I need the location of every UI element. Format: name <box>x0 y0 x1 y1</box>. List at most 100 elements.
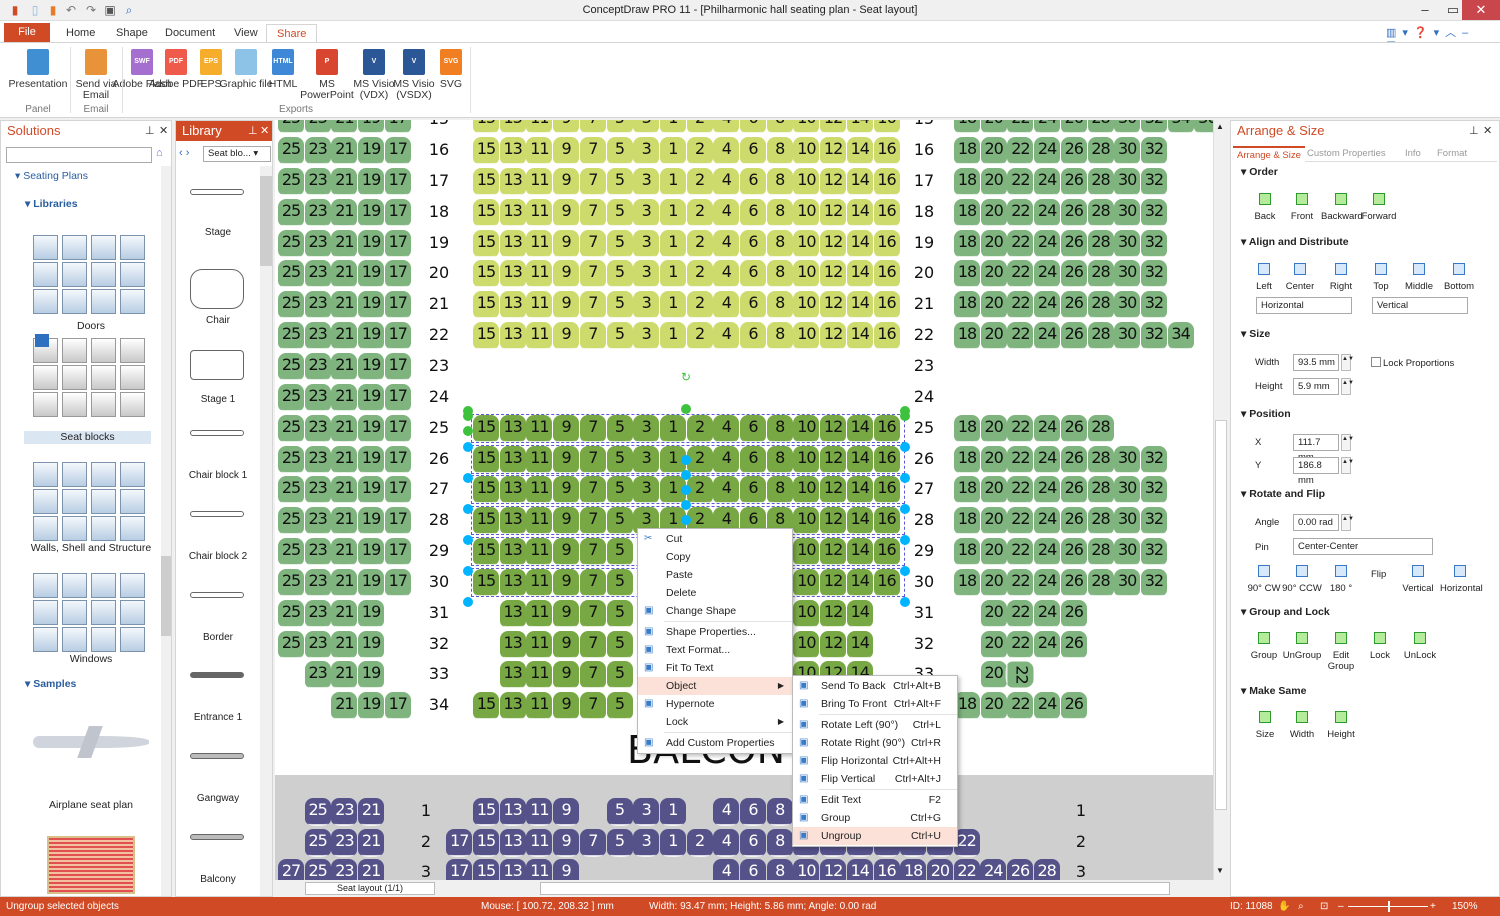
seat[interactable]: 25 <box>278 322 304 351</box>
seat[interactable]: 21 <box>358 798 385 826</box>
rotate-handle-icon[interactable]: ↻ <box>681 370 691 384</box>
seat[interactable]: 26 <box>1060 692 1087 721</box>
seat[interactable]: 23 <box>304 476 331 505</box>
seat[interactable]: 7 <box>579 291 606 320</box>
seat[interactable]: 17 <box>384 322 411 351</box>
seat[interactable]: 16 <box>873 229 900 258</box>
seat[interactable]: 21 <box>331 599 358 628</box>
seat[interactable]: 9 <box>553 229 580 258</box>
seat[interactable]: 19 <box>358 229 385 258</box>
seat[interactable]: 6 <box>740 198 766 227</box>
selection-handle[interactable] <box>463 566 473 576</box>
seat[interactable]: 11 <box>526 630 553 659</box>
seat[interactable]: 14 <box>846 167 873 196</box>
library-shape-tile[interactable] <box>120 516 145 541</box>
seat[interactable]: 3 <box>633 829 660 857</box>
library-shape-tile[interactable] <box>91 600 116 625</box>
seat[interactable]: 30 <box>1114 260 1141 289</box>
seat[interactable]: 26 <box>1060 167 1087 196</box>
seat[interactable]: 20 <box>980 507 1007 536</box>
seat[interactable]: 5 <box>606 599 633 628</box>
seat[interactable]: 20 <box>980 476 1007 505</box>
menu-item-flip-horizontal[interactable]: ▣ Flip Horizontal Ctrl+Alt+H <box>793 752 957 770</box>
seat[interactable]: 9 <box>553 599 580 628</box>
seat[interactable]: 19 <box>358 383 385 412</box>
forward-button[interactable]: Forward <box>1359 193 1399 222</box>
library-shape-tile[interactable] <box>91 289 116 314</box>
seat[interactable]: 22 <box>1006 661 1034 688</box>
back-nav-icon[interactable]: ‹ › <box>179 147 189 159</box>
seat[interactable]: 16 <box>873 137 900 165</box>
seat[interactable]: 21 <box>331 167 358 196</box>
library-shape-tile[interactable] <box>62 289 87 314</box>
seat[interactable]: 24 <box>1034 167 1061 196</box>
seat[interactable]: 4 <box>713 260 740 289</box>
seat[interactable]: 18 <box>900 859 927 880</box>
seat[interactable]: 24 <box>1034 568 1061 597</box>
seat[interactable]: 12 <box>820 137 847 165</box>
seat[interactable]: 1 <box>659 829 686 857</box>
library-shape-tile[interactable] <box>91 489 116 514</box>
library-shape-tile[interactable] <box>62 365 87 390</box>
seat[interactable]: 26 <box>1060 291 1087 320</box>
library-shape-tile[interactable] <box>120 289 145 314</box>
seat[interactable]: 21 <box>331 476 358 505</box>
seat[interactable]: 12 <box>820 120 847 135</box>
back-button[interactable]: Back <box>1245 193 1285 222</box>
section-arrange-align-title[interactable]: ▾ Align and Distribute <box>1241 236 1491 248</box>
seat[interactable]: 13 <box>499 137 526 165</box>
seat[interactable]: 8 <box>766 167 793 196</box>
library-shape-tile[interactable] <box>91 365 116 390</box>
seat[interactable]: 4 <box>713 167 740 196</box>
seat[interactable]: 26 <box>1060 229 1087 258</box>
seat[interactable]: 21 <box>331 291 358 320</box>
seat[interactable]: 8 <box>766 120 793 135</box>
seat[interactable]: 24 <box>1034 260 1061 289</box>
library-shape-tile[interactable] <box>62 462 87 487</box>
seat[interactable]: 12 <box>820 630 847 659</box>
hand-tool-icon[interactable]: ✋ <box>1278 897 1290 916</box>
seat[interactable]: 25 <box>278 507 304 536</box>
seat[interactable]: 18 <box>954 538 980 567</box>
seat[interactable]: 12 <box>820 229 847 258</box>
seat[interactable]: 19 <box>358 198 385 227</box>
library-scrollbar[interactable] <box>260 166 272 896</box>
seat[interactable]: 17 <box>384 120 411 135</box>
seat[interactable]: 13 <box>499 167 526 196</box>
seat[interactable]: 7 <box>579 829 606 857</box>
seat[interactable]: 8 <box>766 322 793 351</box>
seat[interactable]: 17 <box>384 507 411 536</box>
ribbon-svg-button[interactable]: SVG SVG <box>419 49 483 90</box>
selection-handle[interactable] <box>900 597 910 607</box>
library-item-gangway[interactable]: Gangway <box>176 745 260 804</box>
seat[interactable]: 21 <box>331 661 358 690</box>
seat[interactable]: 2 <box>686 137 713 165</box>
seat[interactable]: 17 <box>384 137 411 165</box>
seat[interactable]: 30 <box>1114 198 1141 227</box>
seat[interactable]: 10 <box>793 322 820 351</box>
seat[interactable]: 17 <box>384 568 411 597</box>
close-icon[interactable]: ✕ <box>159 124 168 137</box>
seat[interactable]: 18 <box>954 322 980 351</box>
seat[interactable]: 17 <box>384 538 411 567</box>
seat[interactable]: 26 <box>1060 198 1087 227</box>
section-arrange-same-title[interactable]: ▾ Make Same <box>1241 685 1491 697</box>
seat[interactable]: 21 <box>331 692 358 721</box>
pin-icon[interactable]: ⊥ <box>248 124 258 137</box>
seat[interactable]: 2 <box>686 829 713 857</box>
seat[interactable]: 15 <box>473 229 499 258</box>
seat[interactable]: 7 <box>579 661 606 690</box>
seat[interactable]: 14 <box>846 120 873 135</box>
library-shape-tile[interactable] <box>33 392 58 417</box>
seat[interactable]: 30 <box>1114 445 1141 474</box>
seat[interactable]: 11 <box>526 198 553 227</box>
seat[interactable]: 30 <box>1114 568 1141 597</box>
seat[interactable]: 25 <box>278 352 304 381</box>
vertical-distribute-select[interactable]: Vertical <box>1372 297 1468 314</box>
library-item-balcony[interactable]: Balcony <box>176 826 260 885</box>
seat[interactable]: 10 <box>793 137 820 165</box>
seat[interactable]: 20 <box>980 322 1007 351</box>
seat[interactable]: 15 <box>473 322 499 351</box>
tree-seating-plans[interactable]: ▾ Seating Plans <box>15 170 88 182</box>
sample-thumbnail[interactable] <box>47 836 135 894</box>
